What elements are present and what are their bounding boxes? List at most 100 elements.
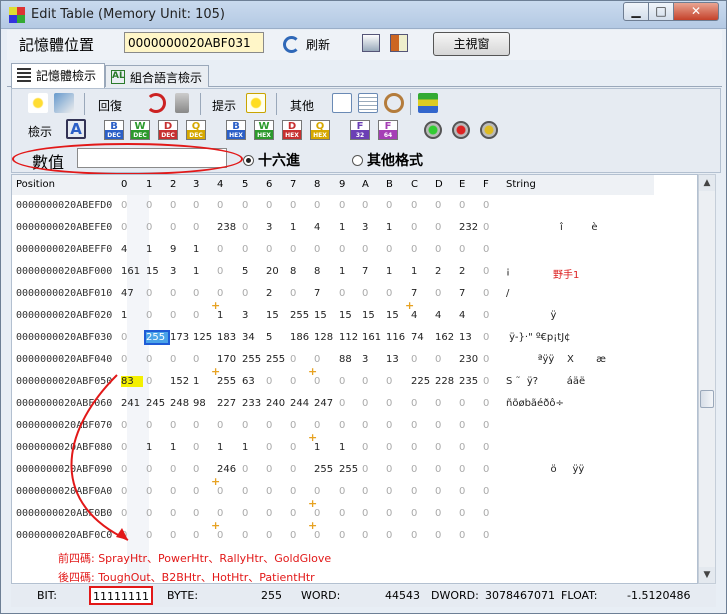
separator xyxy=(84,93,85,115)
refresh-label: 刷新 xyxy=(306,37,331,52)
title-bar: Edit Table (Memory Unit: 105) ▁ □ ✕ xyxy=(1,1,726,29)
format-icon-letter: D xyxy=(287,121,297,132)
format-d-hex-icon[interactable]: D HEX xyxy=(282,120,302,140)
scroll-thumb[interactable] xyxy=(700,390,714,408)
red-circle-annotation xyxy=(12,143,243,175)
green-dot-icon[interactable] xyxy=(424,121,442,139)
address-field[interactable]: 0000000020ABF031 xyxy=(124,32,264,53)
edit-table-window: Edit Table (Memory Unit: 105) ▁ □ ✕ 記憶體位… xyxy=(0,0,727,614)
format-icon-sub: DEC xyxy=(133,132,147,139)
yellow-dot-icon[interactable] xyxy=(480,121,498,139)
format-icon-letter: D xyxy=(163,121,173,132)
bit-label: BIT: xyxy=(37,589,58,602)
format-w-dec-icon[interactable]: W DEC xyxy=(130,120,150,140)
radio-hex-label: 十六進 xyxy=(258,153,300,169)
annotation-arrow xyxy=(70,374,129,541)
radio-other-dot xyxy=(352,154,363,166)
word-label: WORD: xyxy=(301,589,341,602)
format-icon-sub: HEX xyxy=(229,132,243,139)
undo-icon[interactable] xyxy=(146,93,166,113)
font-icon[interactable]: A xyxy=(66,119,86,139)
format-icon-sub: HEX xyxy=(285,132,299,139)
byte-value: 255 xyxy=(261,589,282,602)
address-label: 記憶體位置 xyxy=(19,36,95,54)
format-f-32-icon[interactable]: F 32 xyxy=(350,120,370,140)
app-icon xyxy=(9,7,25,23)
format-icon-letter: F xyxy=(384,121,392,132)
stack-icon[interactable] xyxy=(418,93,438,113)
toolbar-row-2: 檢示 A B DEC W DEC D DEC Q DEC B HEX W HEX D HEX Q HEX F 32… xyxy=(14,117,719,143)
format-d-dec-icon[interactable]: D DEC xyxy=(158,120,178,140)
address-toolbar: 記憶體位置 0000000020ABF031 刷新 主視窗 xyxy=(7,30,722,60)
separator xyxy=(200,93,201,115)
refresh-button[interactable]: 刷新 xyxy=(283,33,330,55)
dword-value: 3078467071 xyxy=(485,589,555,602)
maximize-button[interactable]: □ xyxy=(648,2,674,21)
document-icon[interactable] xyxy=(332,93,352,113)
separator xyxy=(276,93,277,115)
word-value: 44543 xyxy=(385,589,420,602)
book-icon[interactable] xyxy=(390,34,408,52)
other-label[interactable]: 其他 xyxy=(290,97,314,114)
calculator-icon[interactable] xyxy=(362,34,380,52)
memory-toolbar-panel: 回復 提示 其他 檢示 A B DEC W DEC D DEC Q DEC B HEX W HEX D H… xyxy=(11,88,721,175)
byte-label: BYTE: xyxy=(167,589,199,602)
view-label: 檢示 xyxy=(28,125,53,139)
trash-icon[interactable] xyxy=(175,93,189,113)
format-icon-sub: 32 xyxy=(355,132,365,139)
memory-grid: Position 0 1 2 3 4 5 6 7 8 9 A B C D E F String 000000002… xyxy=(11,174,698,584)
format-icon-sub: DEC xyxy=(107,132,121,139)
format-icon-letter: B xyxy=(232,121,240,132)
format-icon-letter: B xyxy=(110,121,118,132)
value-row: 數值 十六進 其他格式 xyxy=(12,143,719,175)
format-icon-sub: DEC xyxy=(161,132,175,139)
close-button[interactable]: ✕ xyxy=(673,2,719,21)
toolbar-row-1: 回復 提示 其他 xyxy=(14,91,719,117)
lightbulb-icon[interactable] xyxy=(246,93,266,113)
magnifier-icon[interactable] xyxy=(384,93,404,113)
vertical-scrollbar[interactable]: ▲ ▼ xyxy=(698,174,716,584)
hint-label[interactable]: 提示 xyxy=(212,97,236,114)
memory-icon xyxy=(17,68,31,82)
format-icon-sub: 64 xyxy=(383,132,393,139)
restore-label[interactable]: 回復 xyxy=(98,97,122,114)
float-label: FLOAT: xyxy=(561,589,598,602)
format-b-dec-icon[interactable]: B DEC xyxy=(104,120,124,140)
format-b-hex-icon[interactable]: B HEX xyxy=(226,120,246,140)
status-bar: BIT: 11111111 BYTE: 255 WORD: 44543 DWOR… xyxy=(11,585,716,607)
format-icon-letter: F xyxy=(356,121,364,132)
radio-other-format[interactable]: 其他格式 xyxy=(352,150,423,170)
format-icon-sub: HEX xyxy=(257,132,271,139)
notes-icon[interactable] xyxy=(358,93,378,113)
format-icon-letter: Q xyxy=(191,121,201,132)
format-f-64-icon[interactable]: F 64 xyxy=(378,120,398,140)
red-dot-icon[interactable] xyxy=(452,121,470,139)
tab-memory-view[interactable]: 記憶體檢示 xyxy=(11,63,105,88)
tab-assembly-view[interactable]: AL 組合語言檢示 xyxy=(105,65,209,87)
tab-memory-view-label: 記憶體檢示 xyxy=(36,69,97,83)
radio-hex[interactable]: 十六進 xyxy=(243,150,300,170)
refresh-icon xyxy=(283,35,300,53)
new-sparkle-icon[interactable] xyxy=(28,93,48,113)
minimize-button[interactable]: ▁ xyxy=(623,2,649,21)
tools-icon[interactable] xyxy=(54,93,74,113)
dword-label: DWORD: xyxy=(431,589,479,602)
separator xyxy=(410,93,411,115)
radio-hex-dot xyxy=(243,154,254,166)
format-icon-letter: W xyxy=(134,121,146,132)
format-q-dec-icon[interactable]: Q DEC xyxy=(186,120,206,140)
format-q-hex-icon[interactable]: Q HEX xyxy=(310,120,330,140)
format-icon-sub: DEC xyxy=(189,132,203,139)
scroll-down-arrow-icon[interactable]: ▼ xyxy=(699,567,715,583)
tab-assembly-view-label: 組合語言檢示 xyxy=(130,71,203,85)
format-w-hex-icon[interactable]: W HEX xyxy=(254,120,274,140)
main-window-button[interactable]: 主視窗 xyxy=(433,32,510,56)
format-icon-letter: Q xyxy=(315,121,325,132)
scroll-up-arrow-icon[interactable]: ▲ xyxy=(699,175,715,191)
bit-value: 11111111 xyxy=(89,586,153,605)
format-icon-sub: HEX xyxy=(313,132,327,139)
window-title: Edit Table (Memory Unit: 105) xyxy=(31,7,225,22)
view-tabs: 記憶體檢示 AL 組合語言檢示 xyxy=(7,63,722,88)
radio-other-label: 其他格式 xyxy=(367,153,423,169)
assembly-icon: AL xyxy=(111,70,125,84)
